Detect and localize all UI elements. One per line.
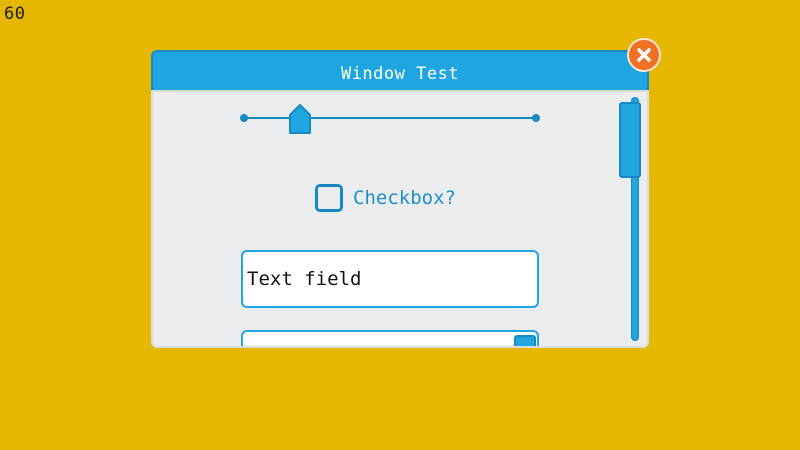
window-title: Window Test: [340, 64, 460, 84]
slider-start-dot: [240, 114, 248, 122]
scrollbar-thumb[interactable]: [619, 102, 641, 178]
slider-handle[interactable]: [288, 103, 312, 135]
window-content: Checkbox? Text field: [151, 90, 649, 348]
window-test: Window Test Checkbox? Text field: [151, 38, 661, 348]
close-button[interactable]: [627, 38, 661, 72]
close-icon: [637, 48, 651, 62]
text-area[interactable]: [241, 330, 539, 346]
checkbox[interactable]: [315, 184, 343, 212]
text-field[interactable]: Text field: [241, 250, 539, 308]
checkbox-label[interactable]: Checkbox?: [353, 187, 456, 209]
slider-end-dot: [532, 114, 540, 122]
fps-counter: 60: [4, 4, 26, 24]
text-area-scroll-thumb[interactable]: [514, 335, 536, 346]
window-titlebar[interactable]: Window Test: [151, 50, 649, 94]
checkbox-row[interactable]: Checkbox?: [315, 184, 456, 212]
